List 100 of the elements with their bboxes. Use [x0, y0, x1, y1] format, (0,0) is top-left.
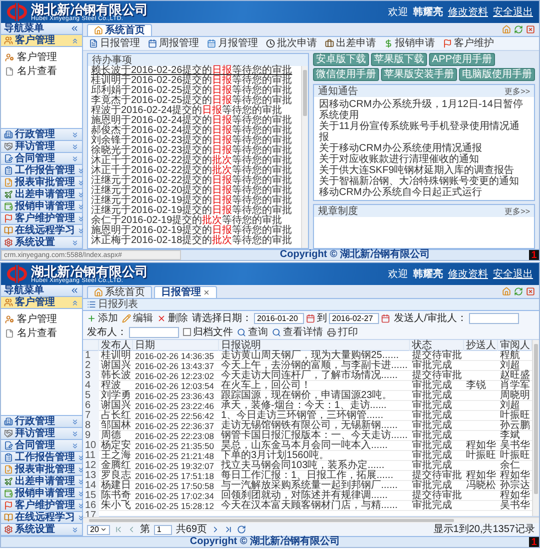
date-field[interactable]: 2016-02-27 — [329, 312, 379, 324]
sidebar-item[interactable]: 名片查看 — [5, 328, 78, 339]
notice-link[interactable]: 关于移动CRM办公系统使用情况通报 — [319, 143, 529, 154]
toolbar-button[interactable]: 编辑 — [122, 312, 153, 324]
todo-link[interactable]: 邱利娟于2016-02-25提交的日报等待您的审批 — [91, 86, 298, 96]
toolbar-button[interactable]: 日报管理 — [89, 38, 140, 49]
sidebar-group[interactable]: 在线远程学习 — [1, 225, 82, 237]
sidebar-group[interactable]: 系统设置 — [1, 237, 82, 249]
close-icon[interactable] — [203, 289, 210, 296]
todo-link[interactable]: 沐正千于2016-02-22提交的批次等待您的审批 — [91, 156, 298, 166]
sidebar-group[interactable]: 拜访管理 — [1, 141, 82, 153]
todo-link[interactable]: 李竟杰于2016-02-25提交的日报等待您的审批 — [91, 96, 298, 106]
todo-link[interactable]: 程波于2016-02-24提交的日报等待您的审批 — [91, 106, 298, 116]
table-cell-text: 审批完成 — [411, 441, 453, 451]
todo-link[interactable]: 沐正梅于2016-02-18提交的批次等待您的审批 — [91, 236, 298, 246]
toolbar-button[interactable]: 报销申请 — [384, 38, 435, 49]
toolbar-button[interactable]: 查看详情 — [272, 326, 323, 338]
refresh-icon[interactable] — [237, 525, 246, 534]
todo-link[interactable]: 汪继元于2016-02-22提交的日报等待您的审批 — [91, 176, 298, 186]
notice-link[interactable]: 关于智福新冶钢、大冶特殊钢账号变更的通知 — [319, 176, 529, 187]
scrollbar[interactable] — [83, 517, 539, 523]
notice-link[interactable]: 移动CRM办公系统自今日起正式运行 — [319, 187, 529, 198]
checkbox[interactable] — [183, 328, 191, 336]
notice-link[interactable]: 关于供大连SKF9吨钢材延期入库的调查报告 — [319, 165, 529, 176]
toolbar-button[interactable]: 查询 — [237, 326, 268, 338]
todo-link[interactable]: 郝俊杰于2016-02-24提交的日报等待您的审批 — [91, 126, 298, 136]
toolbar-button[interactable]: 客户维护 — [443, 38, 494, 49]
sidebar-item[interactable]: 客户管理 — [5, 52, 78, 63]
notice-link[interactable]: 关于对应收账款进行清理催收的通知 — [319, 154, 529, 165]
sidebar-group[interactable]: 系统设置 — [1, 524, 82, 536]
calendar-icon[interactable] — [306, 314, 315, 322]
sidebar-group[interactable]: 在线远程学习 — [1, 512, 82, 524]
refresh-icon[interactable] — [514, 287, 523, 296]
date-field[interactable]: 2016-01-20 — [254, 312, 304, 324]
todo-link[interactable]: 余仁于2016-02-19提交的批次等待您的审批 — [91, 216, 298, 226]
input-field[interactable] — [129, 326, 179, 338]
last-page-icon[interactable] — [224, 525, 234, 534]
scrollbar[interactable] — [301, 66, 308, 248]
first-page-icon[interactable] — [114, 525, 123, 534]
logo-icon — [7, 3, 27, 21]
sidebar-item[interactable]: 名片查看 — [5, 66, 78, 77]
sidebar-group[interactable]: 行政管理 — [1, 416, 82, 428]
sidebar-group[interactable]: 工作报告管理 — [1, 165, 82, 177]
sidebar-group[interactable]: 客户管理 — [1, 35, 82, 47]
close-icon[interactable] — [526, 287, 535, 296]
sidebar-group[interactable]: 合同管理 — [1, 440, 82, 452]
toolbar-button[interactable]: 删除 — [157, 312, 188, 324]
scrollbar[interactable] — [532, 340, 539, 516]
todo-link[interactable]: 汪继元于2016-02-19提交的日报等待您的审批 — [91, 206, 298, 216]
sidebar-group[interactable]: 报表审批管理 — [1, 464, 82, 476]
sidebar-group[interactable]: 报表审批管理 — [1, 177, 82, 189]
todo-link[interactable]: 施恩明于2016-02-19提交的日报等待您的审批 — [91, 226, 298, 236]
close-icon[interactable] — [526, 25, 535, 34]
input-field[interactable] — [468, 312, 519, 324]
header-link[interactable]: 安全退出 — [493, 5, 533, 19]
calendar-icon[interactable] — [381, 314, 390, 322]
toolbar-button[interactable]: 批次申请 — [266, 38, 317, 49]
sidebar-group[interactable]: 报销申请管理 — [1, 201, 82, 213]
toolbar-button[interactable]: 打印 — [327, 326, 358, 338]
toolbar-button[interactable]: 周报管理 — [148, 38, 199, 49]
notice-link[interactable]: 因移动CRM办公系统升级，1月12日-14日暂停系统使用 — [319, 99, 529, 121]
todo-link[interactable]: 汪继元于2016-02-20提交的日报等待您的审批 — [91, 186, 298, 196]
sidebar-group[interactable]: 出差申请管理 — [1, 189, 82, 201]
header-link[interactable]: 安全退出 — [493, 267, 533, 281]
header-link[interactable]: 修改资料 — [448, 267, 488, 281]
tab[interactable]: 系统首页 — [87, 24, 152, 36]
home-icon[interactable] — [502, 25, 511, 34]
sidebar-group[interactable]: 客户维护管理 — [1, 213, 82, 225]
notice-link[interactable]: 关于11月份宣传系统账号手机登录使用情况通报 — [319, 121, 529, 143]
page-field[interactable]: 1 — [154, 524, 172, 534]
toolbar-button[interactable]: 出差申请 — [325, 38, 376, 49]
page-size-select[interactable]: 20 — [87, 524, 110, 534]
refresh-icon[interactable] — [514, 25, 523, 34]
collapse-icon[interactable] — [70, 286, 79, 295]
todo-link[interactable]: 沐正千于2016-02-22提交的批次等待您的审批 — [91, 166, 298, 176]
sidebar-item[interactable]: 客户管理 — [5, 314, 78, 325]
sidebar-group[interactable]: 拜访管理 — [1, 428, 82, 440]
more-link[interactable]: 更多>> — [504, 206, 530, 216]
todo-link[interactable]: 桂训明于2016-02-26提交的日报等待您的审批 — [91, 76, 298, 86]
tab[interactable]: 日报管理 — [154, 286, 217, 298]
collapse-icon[interactable] — [70, 24, 79, 33]
clipboard-icon — [4, 166, 13, 175]
todo-link[interactable]: 汪继元于2016-02-19提交的日报等待您的审批 — [91, 196, 298, 206]
sidebar-group[interactable]: 合同管理 — [1, 153, 82, 165]
todo-link[interactable]: 徐晓光于2016-02-23提交的日报等待您的审批 — [91, 146, 298, 156]
sidebar-group[interactable]: 客户维护管理 — [1, 500, 82, 512]
home-icon[interactable] — [502, 287, 511, 296]
toolbar-button[interactable]: 月报管理 — [207, 38, 258, 49]
sidebar-group[interactable]: 客户管理 — [1, 297, 82, 309]
todo-link[interactable]: 施恩明于2016-02-24提交的日报等待您的审批 — [91, 116, 298, 126]
sidebar-group[interactable]: 出差申请管理 — [1, 476, 82, 488]
todo-link[interactable]: 刘余锋于2016-02-23提交的日报等待您的审批 — [91, 136, 298, 146]
todo-link[interactable]: 赖长波于2016-02-26提交的日报等待您的审批 — [91, 66, 298, 76]
tab[interactable]: 系统首页 — [87, 286, 152, 298]
more-link[interactable]: 更多>> — [504, 86, 530, 96]
sidebar-group[interactable]: 行政管理 — [1, 129, 82, 141]
toolbar-button[interactable]: 添加 — [87, 312, 118, 324]
sidebar-group[interactable]: 报销申请管理 — [1, 488, 82, 500]
header-link[interactable]: 修改资料 — [448, 5, 488, 19]
sidebar-group[interactable]: 工作报告管理 — [1, 452, 82, 464]
